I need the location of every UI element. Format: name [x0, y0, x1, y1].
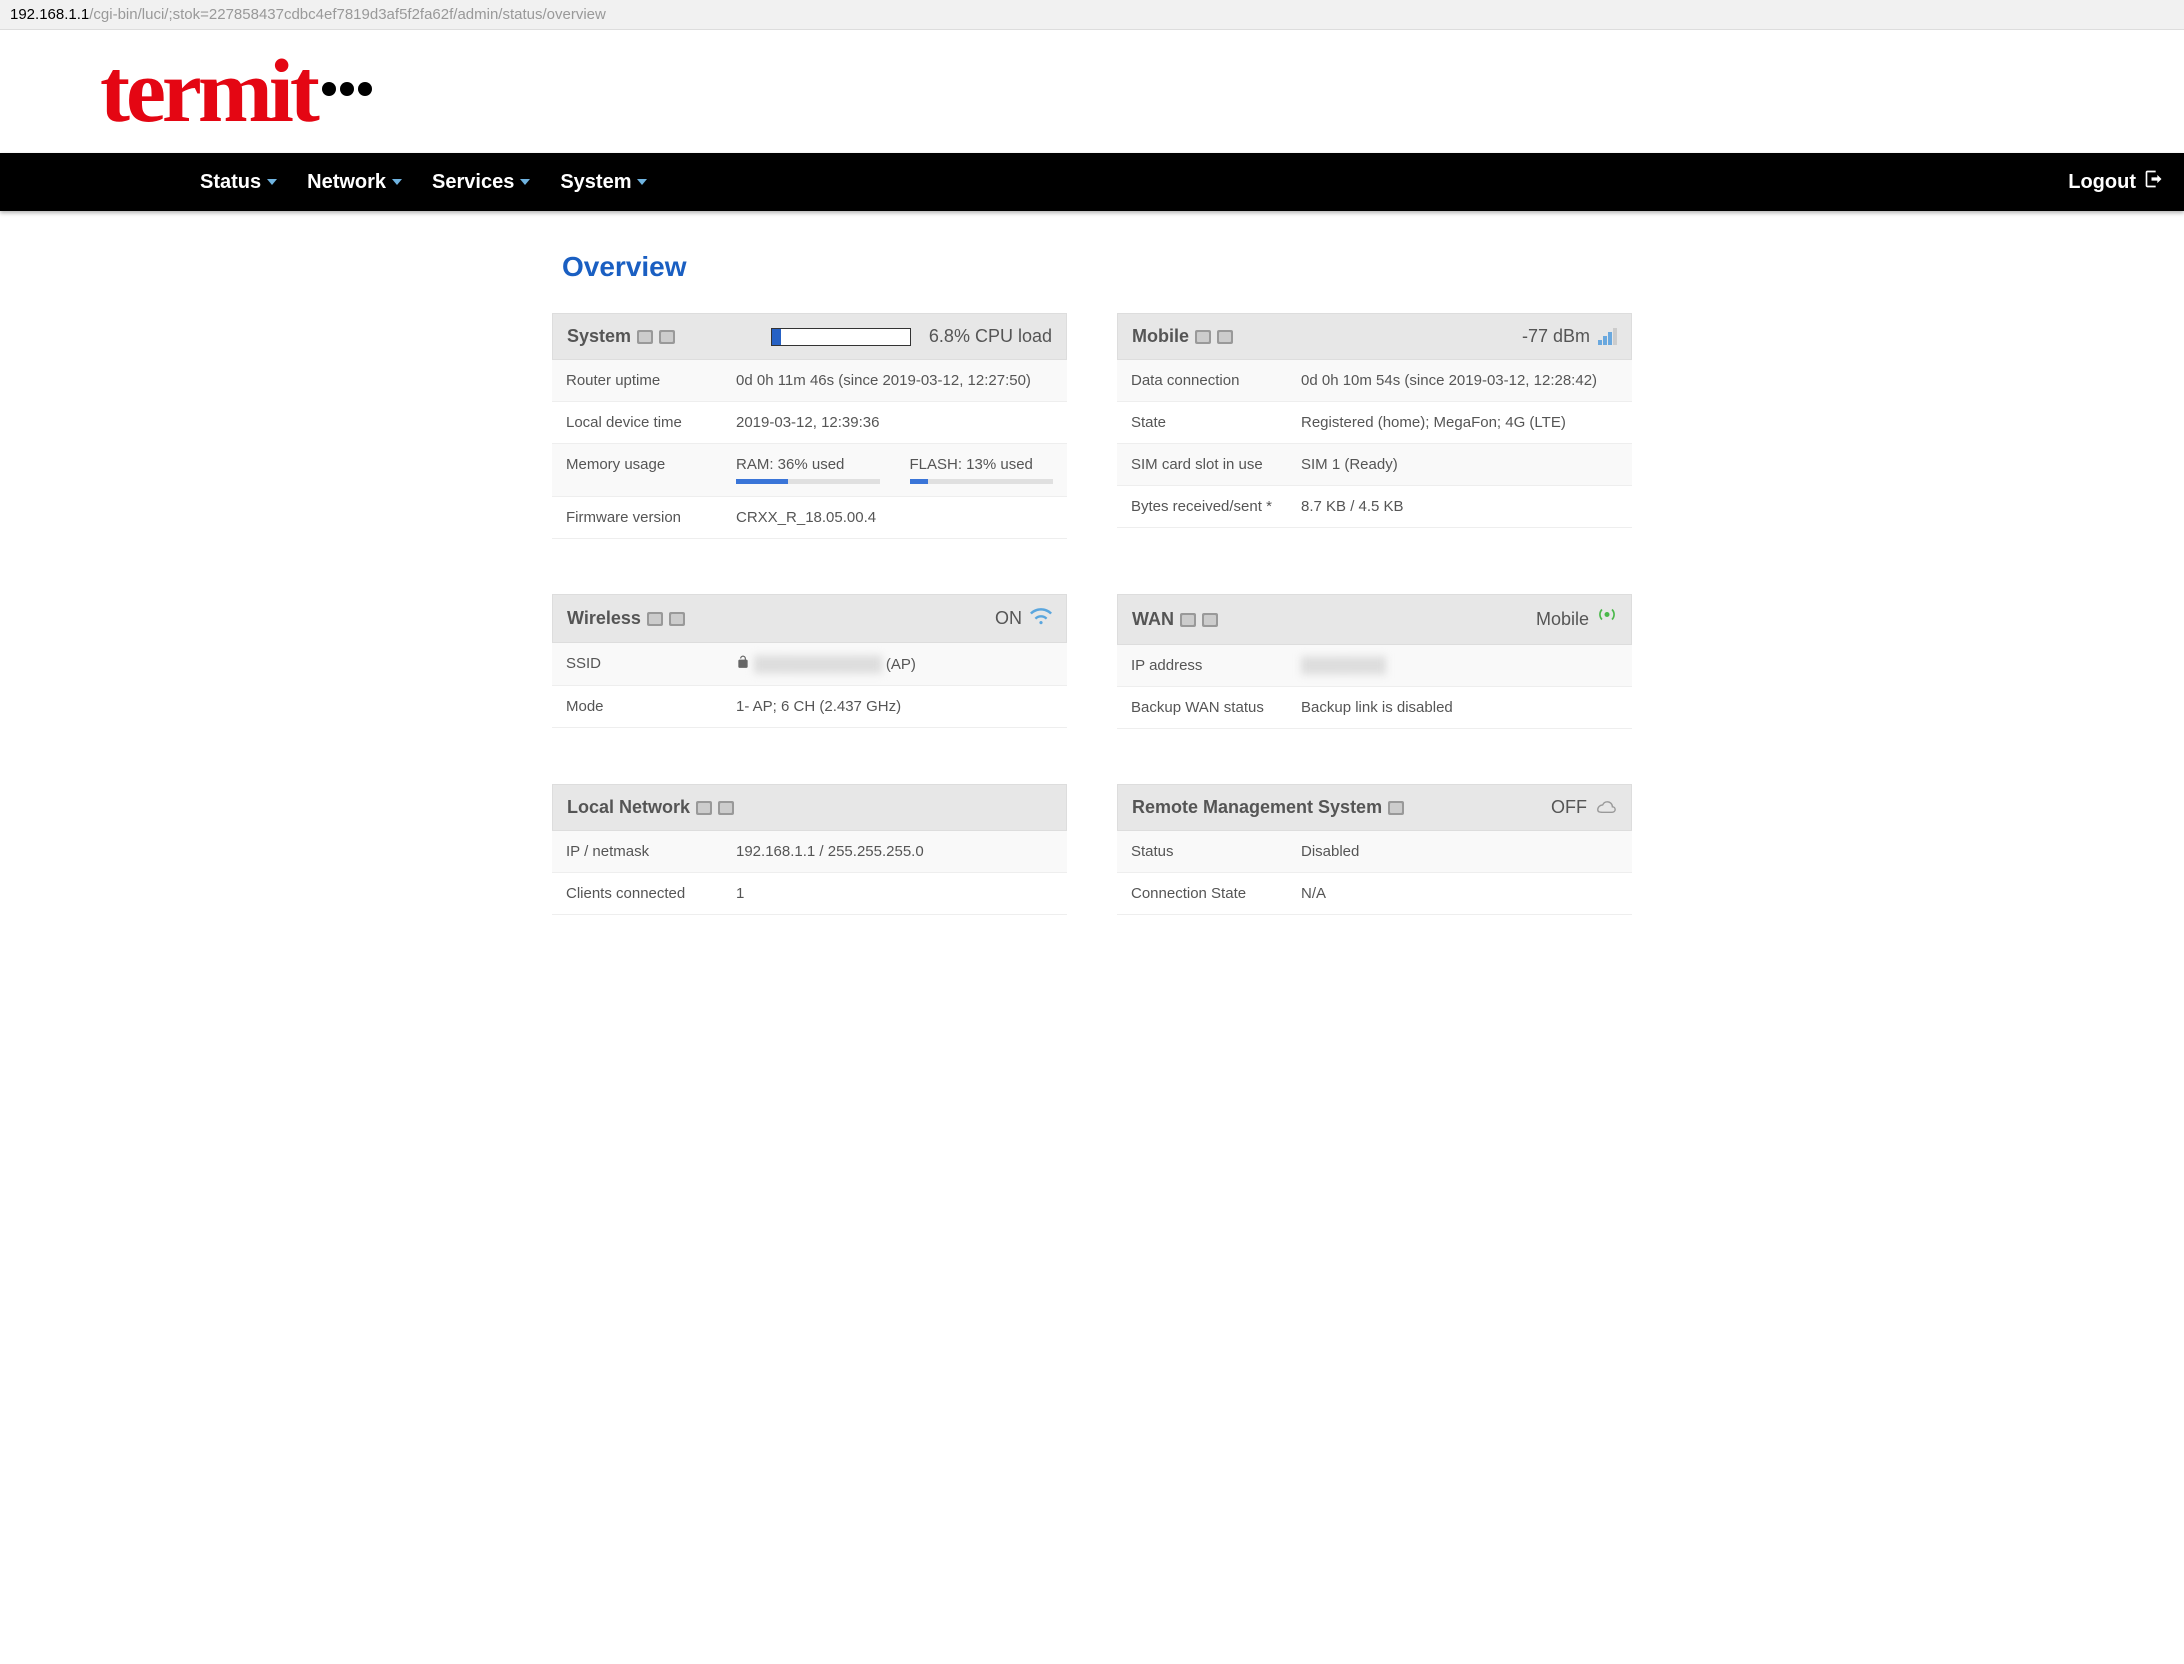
- logo: termit: [100, 40, 374, 143]
- info-icon[interactable]: [647, 612, 663, 626]
- chevron-down-icon: [637, 179, 647, 185]
- table-row: Mode1- AP; 6 CH (2.437 GHz): [552, 686, 1067, 728]
- info-icon[interactable]: [637, 330, 653, 344]
- table-row: Bytes received/sent *8.7 KB / 4.5 KB: [1117, 486, 1632, 528]
- browser-url-bar[interactable]: 192.168.1.1/cgi-bin/luci/;stok=227858437…: [0, 0, 2184, 30]
- nav-services[interactable]: Services: [432, 171, 530, 194]
- info-icon[interactable]: [696, 801, 712, 815]
- panel-lan: Local Network IP / netmask192.168.1.1 / …: [552, 784, 1067, 915]
- panel-rms: Remote Management System OFF StatusDisab…: [1117, 784, 1632, 915]
- table-row: StatusDisabled: [1117, 831, 1632, 873]
- table-row: Data connection0d 0h 10m 54s (since 2019…: [1117, 360, 1632, 402]
- panel-title-system: System: [567, 326, 631, 347]
- url-host: 192.168.1.1: [10, 6, 89, 23]
- table-row: StateRegistered (home); MegaFon; 4G (LTE…: [1117, 402, 1632, 444]
- chevron-down-icon: [520, 179, 530, 185]
- table-row: Router uptime0d 0h 11m 46s (since 2019-0…: [552, 360, 1067, 402]
- ssid-suffix: (AP): [886, 656, 916, 673]
- panel-title-mobile: Mobile: [1132, 326, 1189, 347]
- main-nav: Status Network Services System Logout: [0, 153, 2184, 211]
- table-row: Memory usage RAM: 36% used FLASH: 13% us…: [552, 444, 1067, 497]
- chevron-down-icon: [267, 179, 277, 185]
- table-row: IP / netmask192.168.1.1 / 255.255.255.0: [552, 831, 1067, 873]
- gear-icon[interactable]: [669, 612, 685, 626]
- logout-icon: [2144, 169, 2164, 195]
- lock-icon: [736, 656, 750, 673]
- gear-icon[interactable]: [1202, 613, 1218, 627]
- page-title: Overview: [552, 251, 1632, 283]
- panel-title-rms: Remote Management System: [1132, 797, 1382, 818]
- panel-mobile: Mobile -77 dBm Data connection0d 0h 10m …: [1117, 313, 1632, 539]
- table-row: Connection StateN/A: [1117, 873, 1632, 915]
- cpu-load-text: 6.8% CPU load: [929, 326, 1052, 347]
- nav-status[interactable]: Status: [200, 171, 277, 194]
- gear-icon[interactable]: [659, 330, 675, 344]
- panel-title-lan: Local Network: [567, 797, 690, 818]
- cpu-load-bar: [771, 328, 911, 346]
- panel-system: System 6.8% CPU load Router uptime0d 0h …: [552, 313, 1067, 539]
- info-icon[interactable]: [1180, 613, 1196, 627]
- ssid-hidden: ████████████: [754, 656, 882, 673]
- wifi-icon: [1030, 607, 1052, 630]
- wan-status: Mobile: [1536, 609, 1589, 630]
- table-row: Clients connected1: [552, 873, 1067, 915]
- table-row: Firmware versionCRXX_R_18.05.00.4: [552, 497, 1067, 539]
- logout-button[interactable]: Logout: [2068, 169, 2164, 195]
- url-path: /cgi-bin/luci/;stok=227858437cdbc4ef7819…: [89, 6, 606, 23]
- table-row: IP address████████: [1117, 645, 1632, 687]
- nav-system[interactable]: System: [560, 171, 647, 194]
- cloud-icon: [1595, 797, 1617, 818]
- nav-network[interactable]: Network: [307, 171, 402, 194]
- panel-title-wireless: Wireless: [567, 608, 641, 629]
- wireless-status: ON: [995, 608, 1022, 629]
- flash-text: FLASH: 13% used: [910, 456, 1033, 473]
- gear-icon[interactable]: [718, 801, 734, 815]
- ram-text: RAM: 36% used: [736, 456, 844, 473]
- signal-icon: [1598, 328, 1617, 345]
- signal-dbm: -77 dBm: [1522, 326, 1590, 347]
- panel-wireless: Wireless ON SSID ████████████ (AP): [552, 594, 1067, 729]
- gear-icon[interactable]: [1217, 330, 1233, 344]
- panel-wan: WAN Mobile IP address████████ Backup WAN…: [1117, 594, 1632, 729]
- table-row: Backup WAN statusBackup link is disabled: [1117, 687, 1632, 729]
- chevron-down-icon: [392, 179, 402, 185]
- panel-title-wan: WAN: [1132, 609, 1174, 630]
- rms-status: OFF: [1551, 797, 1587, 818]
- table-row: SSID ████████████ (AP): [552, 643, 1067, 686]
- info-icon[interactable]: [1195, 330, 1211, 344]
- ip-hidden: ████████: [1301, 657, 1386, 674]
- logo-dots: [320, 83, 374, 100]
- antenna-icon: [1597, 607, 1617, 632]
- table-row: SIM card slot in useSIM 1 (Ready): [1117, 444, 1632, 486]
- gear-icon[interactable]: [1388, 801, 1404, 815]
- table-row: Local device time2019-03-12, 12:39:36: [552, 402, 1067, 444]
- logo-text: termit: [100, 40, 316, 143]
- brand-header: termit: [0, 30, 2184, 153]
